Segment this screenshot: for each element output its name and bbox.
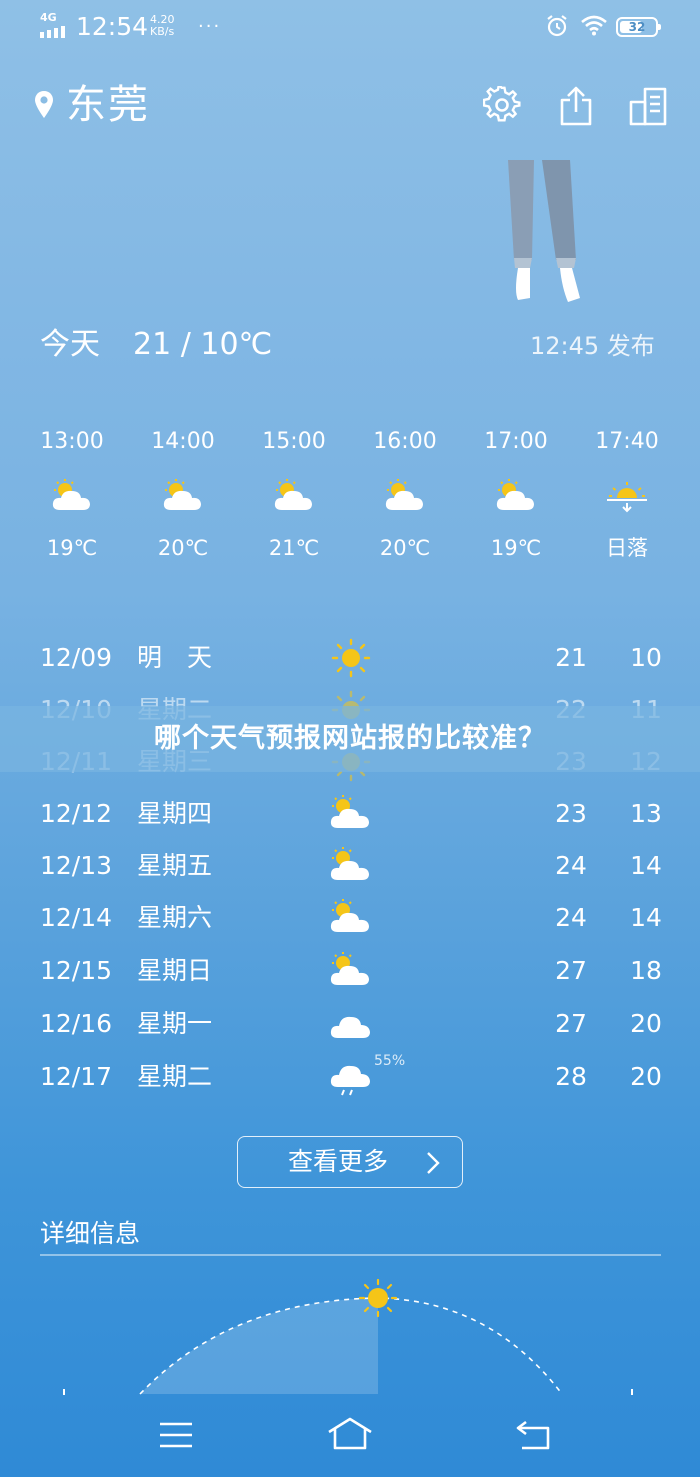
day-low: 13 [630, 799, 662, 828]
menu-icon[interactable] [158, 1420, 194, 1450]
day-weekday: 明 天 [137, 643, 213, 672]
navigation-bar [0, 1400, 700, 1477]
day-weekday: 星期二 [137, 1062, 213, 1091]
partly-cloudy-icon [239, 466, 349, 526]
hourly-item: 16:00 20℃ [350, 428, 460, 562]
hour-time: 16:00 [373, 429, 437, 454]
sun-path-arc [63, 1278, 633, 1395]
hour-label-sunset: 日落 [606, 536, 648, 560]
day-low: 14 [630, 903, 662, 932]
day-date: 12/14 [40, 903, 113, 932]
settings-gear-icon[interactable] [483, 86, 521, 124]
day-low: 20 [630, 1062, 662, 1091]
partly-cloudy-icon [330, 952, 369, 985]
view-more-label: 查看更多 [287, 1147, 388, 1176]
day-date: 12/13 [40, 851, 113, 880]
day-date: 12/12 [40, 799, 113, 828]
day-high: 24 [555, 903, 587, 932]
divider [40, 1254, 661, 1256]
today-label: 今天 [40, 327, 100, 362]
partly-cloudy-icon [128, 466, 238, 526]
hour-temp: 19℃ [46, 536, 98, 560]
view-more-button[interactable]: 查看更多 [237, 1136, 463, 1188]
cloudy-icon [330, 1016, 370, 1038]
detail-section-title: 详细信息 [40, 1219, 141, 1248]
hour-time: 13:00 [40, 429, 104, 454]
partly-cloudy-icon [330, 795, 369, 828]
hourly-item: 14:00 20℃ [128, 428, 238, 562]
partly-cloudy-icon [350, 466, 460, 526]
day-high: 28 [555, 1062, 587, 1091]
daily-row[interactable]: 12/09 明 天 21 10 [0, 632, 700, 684]
day-weekday: 星期一 [137, 1009, 213, 1038]
day-weekday: 星期五 [137, 851, 213, 880]
daily-row[interactable]: 12/14 星期六 24 14 [0, 892, 700, 944]
chevron-right-icon [427, 1152, 440, 1174]
day-high: 21 [555, 643, 587, 672]
day-date: 12/16 [40, 1009, 113, 1038]
hour-time: 17:00 [484, 429, 548, 454]
more-notifications-icon: ··· [198, 16, 222, 37]
banner-text: 哪个天气预报网站报的比较准？ [154, 723, 546, 754]
hourly-item: 17:40 日落 [572, 428, 682, 562]
day-high: 27 [555, 1009, 587, 1038]
sunset-icon [572, 466, 682, 526]
day-low: 14 [630, 851, 662, 880]
title-banner: 哪个天气预报网站报的比较准？ [0, 706, 700, 772]
speed-unit: KB/s [150, 25, 175, 38]
partly-cloudy-icon [330, 847, 369, 880]
day-weekday: 星期日 [137, 956, 213, 985]
back-icon[interactable] [514, 1418, 552, 1452]
network-speed: 4.20 KB/s [150, 14, 175, 38]
hourly-item: 15:00 21℃ [239, 428, 349, 562]
battery-icon: 32 [616, 17, 661, 37]
day-low: 18 [630, 956, 662, 985]
battery-level: 32 [628, 20, 646, 34]
hour-temp: 19℃ [490, 536, 542, 560]
location-pin-icon [35, 91, 53, 118]
hour-temp: 21℃ [268, 536, 320, 560]
signal-icon [40, 26, 65, 38]
daily-row[interactable]: 12/15 星期日 27 18 [0, 945, 700, 997]
status-time: 12:54 [76, 12, 149, 41]
hour-time: 17:40 [595, 429, 659, 454]
day-date: 12/15 [40, 956, 113, 985]
hourly-item: 13:00 19℃ [17, 428, 127, 562]
day-weekday: 星期六 [137, 903, 213, 932]
sunny-icon [331, 638, 371, 678]
network-type: 4G [40, 11, 57, 24]
rain-icon [330, 1065, 370, 1096]
wifi-icon [581, 15, 607, 36]
today-temp-range: 21 / 10℃ [133, 327, 273, 362]
day-high: 27 [555, 956, 587, 985]
home-icon[interactable] [326, 1416, 374, 1452]
status-bar: 4G 12:54 4.20 KB/s ··· 32 [0, 0, 700, 54]
partly-cloudy-icon [461, 466, 571, 526]
character-illustration [508, 160, 580, 302]
day-date: 12/09 [40, 643, 113, 672]
daily-row[interactable]: 12/16 星期一 27 20 [0, 998, 700, 1050]
share-icon[interactable] [558, 86, 594, 126]
hour-temp: 20℃ [379, 536, 431, 560]
day-high: 23 [555, 799, 587, 828]
daily-row[interactable]: 12/13 星期五 24 14 [0, 840, 700, 892]
day-low: 20 [630, 1009, 662, 1038]
alarm-icon [547, 15, 567, 37]
daily-row[interactable]: 12/12 星期四 23 13 [0, 788, 700, 840]
day-weekday: 星期四 [137, 799, 213, 828]
precip-chance: 55% [374, 1053, 406, 1069]
day-low: 10 [630, 643, 662, 672]
city-name[interactable]: 东莞 [66, 80, 150, 130]
hourly-item: 17:00 19℃ [461, 428, 571, 562]
city-manage-icon[interactable] [629, 86, 669, 126]
hour-time: 14:00 [151, 429, 215, 454]
hour-time: 15:00 [262, 429, 326, 454]
hour-temp: 20℃ [157, 536, 209, 560]
publish-time: 12:45 发布 [530, 332, 655, 360]
partly-cloudy-icon [17, 466, 127, 526]
day-date: 12/17 [40, 1062, 113, 1091]
partly-cloudy-icon [330, 899, 369, 932]
day-high: 24 [555, 851, 587, 880]
daily-row[interactable]: 12/17 星期二 55% 28 20 [0, 1051, 700, 1103]
